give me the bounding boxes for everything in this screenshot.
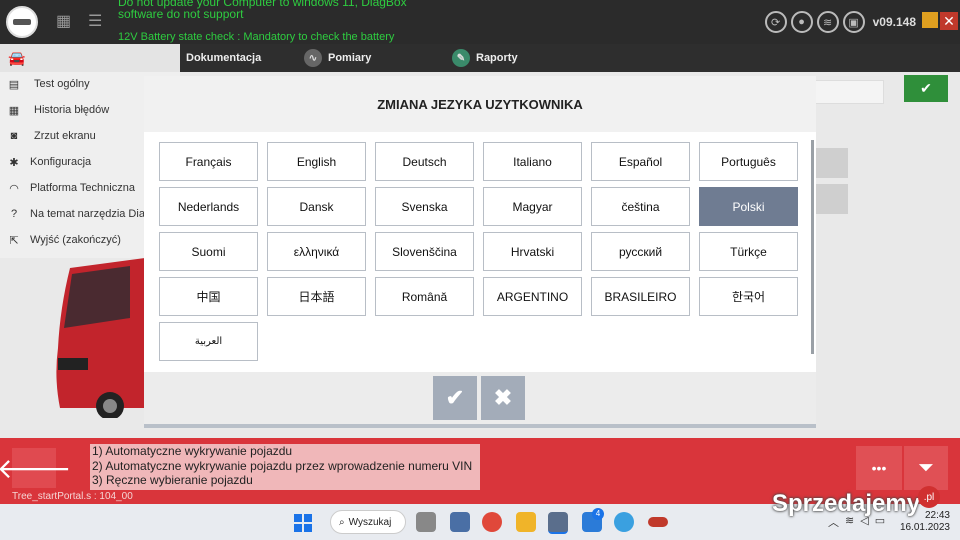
- language-option[interactable]: 中国: [159, 277, 258, 316]
- waveform-icon: ∿: [304, 49, 322, 67]
- instruction-line: 3) Ręczne wybieranie pojazdu: [92, 473, 253, 487]
- tab-documentation[interactable]: Dokumentacja: [186, 44, 261, 72]
- lock-icon[interactable]: ▣: [842, 11, 865, 33]
- menu-item-label: Na temat narzędzia Diagl: [30, 208, 154, 220]
- language-option[interactable]: Svenska: [375, 187, 474, 226]
- confirm-language-button[interactable]: ✔: [433, 376, 477, 420]
- list-icon: ▤: [8, 78, 20, 91]
- menu-item-label: Platforma Techniczna: [30, 182, 135, 194]
- language-option[interactable]: Suomi: [159, 232, 258, 271]
- language-option[interactable]: русский: [591, 232, 690, 271]
- language-option[interactable]: Română: [375, 277, 474, 316]
- back-arrow-button[interactable]: 🡐: [0, 448, 72, 488]
- close-button[interactable]: ✕: [940, 12, 958, 30]
- wifi-icon[interactable]: ≋: [816, 11, 839, 33]
- menu-item-label: Zrzut ekranu: [34, 130, 96, 142]
- menu-item-label: Konfiguracja: [30, 156, 92, 168]
- watermark-logo: Sprzedajemy: [772, 490, 921, 517]
- language-option[interactable]: Slovenščina: [375, 232, 474, 271]
- language-option[interactable]: 한국어: [699, 277, 798, 316]
- qbittorrent-icon[interactable]: [614, 512, 634, 532]
- top-right-toolbar: ⟳ ● ≋ ▣ v09.148: [764, 10, 916, 34]
- report-icon: ✎: [452, 49, 470, 67]
- tab-label: Pomiary: [328, 52, 372, 64]
- camera-icon: ◙: [10, 130, 18, 142]
- confirm-button[interactable]: ✔: [904, 75, 948, 102]
- notification-badge: 4: [592, 508, 604, 520]
- minimize-button[interactable]: [922, 12, 938, 28]
- user-icon[interactable]: ●: [790, 11, 813, 33]
- language-option[interactable]: čeština: [591, 187, 690, 226]
- clock-date: 16.01.2023: [899, 522, 950, 533]
- language-option[interactable]: Nederlands: [159, 187, 258, 226]
- cancel-language-button[interactable]: ✖: [481, 376, 525, 420]
- menu-item-label: Test ogólny: [34, 78, 90, 90]
- taskbar-search[interactable]: ⌕ Wyszukaj: [330, 510, 406, 534]
- language-option[interactable]: English: [267, 142, 366, 181]
- dialog-scrollbar[interactable]: [811, 140, 814, 354]
- language-option[interactable]: Italiano: [483, 142, 582, 181]
- gear-icon: ✱: [9, 156, 19, 169]
- menu-item-label: Historia błędów: [34, 104, 110, 116]
- language-option[interactable]: BRASILEIRO: [591, 277, 690, 316]
- instruction-line: 1) Automatyczne wykrywanie pojazdu: [92, 444, 293, 458]
- history-icon: ▦: [8, 104, 20, 117]
- language-option[interactable]: Polski: [699, 187, 798, 226]
- language-option[interactable]: Magyar: [483, 187, 582, 226]
- more-options-button[interactable]: •••: [856, 446, 902, 490]
- exit-icon: ⇱: [9, 234, 19, 247]
- dialog-title: ZMIANA JEZYKA UZYTKOWNIKA: [377, 96, 583, 112]
- language-option[interactable]: Dansk: [267, 187, 366, 226]
- language-option[interactable]: العربية: [159, 322, 258, 361]
- search-icon: ⌕: [339, 516, 345, 528]
- top-bar: ▦ ☰ Do not update your Computer to windo…: [0, 0, 960, 44]
- language-option[interactable]: Français: [159, 142, 258, 181]
- chrome-icon[interactable]: [482, 512, 502, 532]
- search-label: Wyszukaj: [348, 516, 392, 528]
- brand-logo: [6, 6, 38, 38]
- apps-grid-icon[interactable]: ▦: [56, 14, 72, 30]
- language-option[interactable]: Deutsch: [375, 142, 474, 181]
- help-icon: ?: [10, 208, 18, 220]
- calculator-icon[interactable]: [450, 512, 470, 532]
- task-view-icon[interactable]: [416, 512, 436, 532]
- car-icon: 🚘: [8, 49, 26, 66]
- instruction-line: 2) Automatyczne wykrywanie pojazdu przez…: [92, 458, 473, 473]
- language-option[interactable]: ARGENTINO: [483, 277, 582, 316]
- language-dialog: ZMIANA JEZYKA UZYTKOWNIKA Français Englis…: [144, 76, 816, 428]
- language-option[interactable]: Hrvatski: [483, 232, 582, 271]
- language-option[interactable]: 日本語: [267, 277, 366, 316]
- language-option[interactable]: ελληνικά: [267, 232, 366, 271]
- version-label: v09.148: [872, 15, 916, 29]
- tab-label: Dokumentacja: [186, 52, 262, 64]
- start-button[interactable]: [294, 514, 312, 532]
- tab-label: Raporty: [476, 52, 518, 64]
- watermark-badge: .pl: [918, 486, 940, 508]
- dialog-footer: ✔ ✖: [144, 372, 816, 424]
- tab-reports[interactable]: ✎ Raporty: [452, 44, 518, 72]
- language-grid: Français English Deutsch Italiano Español Por…: [144, 132, 816, 372]
- notice-line-3: 12V Battery state check : Mandatory to c…: [118, 31, 395, 43]
- vehicle-image: [56, 258, 145, 418]
- instructions-box: 1) Automatyczne wykrywanie pojazdu 2) Au…: [90, 444, 480, 490]
- list-icon[interactable]: ☰: [88, 14, 102, 30]
- language-option[interactable]: Türkçe: [699, 232, 798, 271]
- filter-icon[interactable]: ⏷: [904, 446, 948, 490]
- folder-icon[interactable]: [516, 512, 536, 532]
- notice-line-2: software do not support: [118, 7, 244, 21]
- tab-measurements[interactable]: ∿ Pomiary: [304, 44, 371, 72]
- toggle-app-icon[interactable]: [648, 517, 668, 527]
- headset-icon: ◠: [9, 182, 19, 195]
- language-option[interactable]: Español: [591, 142, 690, 181]
- diagbox-app-icon[interactable]: [548, 512, 568, 534]
- language-option[interactable]: Português: [699, 142, 798, 181]
- menu-item-label: Wyjść (zakończyć): [30, 234, 121, 246]
- vehicle-menu-header[interactable]: 🚘: [0, 44, 180, 72]
- status-line: Tree_startPortal.s : 104_00: [12, 491, 133, 502]
- refresh-icon[interactable]: ⟳: [764, 11, 787, 33]
